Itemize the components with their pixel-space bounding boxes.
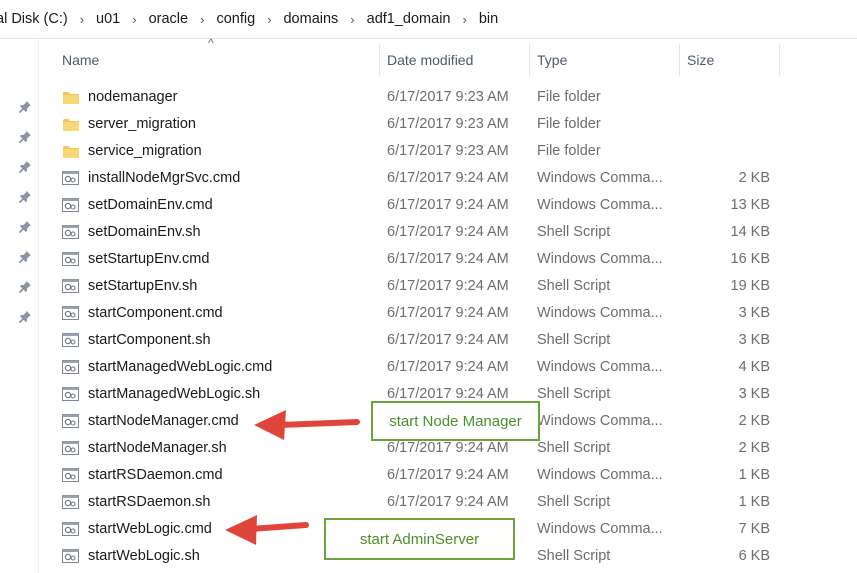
callout-start-adminserver: start AdminServer [324,518,515,560]
arrow-to-startnodemanager [225,410,360,545]
callout-start-node-manager: start Node Manager [371,401,540,441]
